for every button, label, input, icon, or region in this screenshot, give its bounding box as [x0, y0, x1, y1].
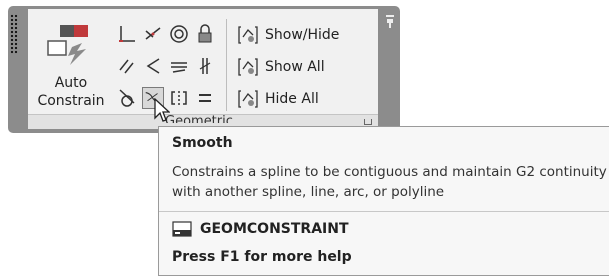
mouse-cursor-icon [154, 98, 170, 122]
vertical-icon[interactable] [194, 55, 216, 77]
show-all-label: Show All [265, 59, 325, 75]
fix-icon[interactable] [194, 23, 216, 45]
show-hide-button[interactable]: Show/Hide [236, 23, 339, 47]
auto-constrain-button[interactable]: Auto Constrain [34, 15, 108, 113]
panel-side-strip [380, 9, 400, 127]
tooltip-description: Constrains a spline to be contiguous and… [172, 162, 609, 202]
tooltip-help-text: Press F1 for more help [172, 249, 352, 265]
auto-constrain-icon [47, 25, 88, 65]
auto-label-line1: Auto [54, 75, 88, 91]
show-all-icon [238, 58, 258, 76]
panel-body: Auto Constrain Show/Hide Show All Hide A… [28, 9, 378, 114]
geometric-panel: Auto Constrain Show/Hide Show All Hide A… [8, 6, 400, 133]
coincident-icon[interactable] [116, 23, 138, 45]
auto-label-line2: Constrain [37, 93, 105, 109]
panel-grip-handle[interactable] [10, 14, 18, 54]
show-hide-icon [238, 26, 258, 44]
equal-icon[interactable] [194, 87, 216, 109]
show-hide-label: Show/Hide [265, 27, 340, 43]
tooltip-title: Smooth [172, 135, 233, 151]
hide-all-button[interactable]: Hide All [236, 87, 319, 111]
tooltip: Smooth Constrains a spline to be contigu… [158, 126, 609, 276]
panel-expander-icon[interactable] [364, 119, 372, 125]
tooltip-description-line1: Constrains a spline to be contiguous and… [172, 164, 607, 180]
tangent-icon[interactable] [116, 87, 138, 109]
horizontal-icon[interactable] [168, 55, 190, 77]
show-all-button[interactable]: Show All [236, 55, 325, 79]
tooltip-command-name: GEOMCONSTRAINT [200, 221, 349, 237]
tooltip-separator [159, 211, 609, 212]
parallel-icon[interactable] [116, 55, 138, 77]
tooltip-description-line2: with another spline, line, arc, or polyl… [172, 184, 445, 200]
concentric-icon[interactable] [168, 23, 190, 45]
pin-icon[interactable] [386, 15, 394, 29]
hide-all-icon [238, 90, 258, 108]
panel-divider [226, 19, 227, 111]
command-line-icon [172, 221, 192, 237]
collinear-icon[interactable] [142, 23, 164, 45]
hide-all-label: Hide All [265, 91, 319, 107]
tooltip-command: GEOMCONSTRAINT [172, 219, 349, 239]
panel-title: Geometric [165, 114, 233, 123]
symmetric-icon[interactable] [168, 87, 190, 109]
perpendicular-icon[interactable] [142, 55, 164, 77]
